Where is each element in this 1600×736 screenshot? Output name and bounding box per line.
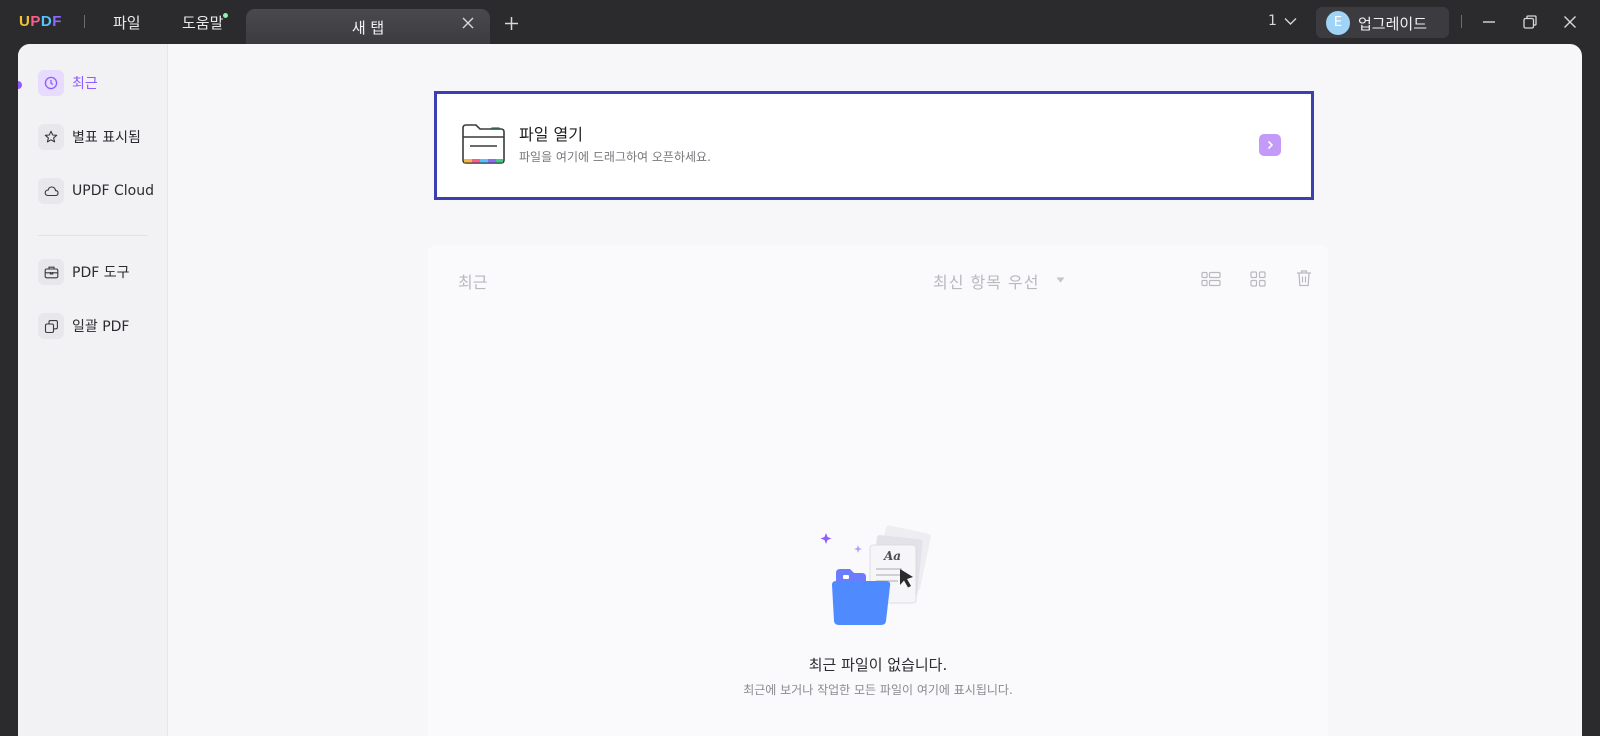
menu-help[interactable]: 도움말 [182,12,223,33]
recent-files-panel: 최근 최신 항목 우선 Aa 최근 파일이 없습니다. 최근에 보거나 작업한 … [428,245,1328,736]
close-window-icon[interactable] [1562,14,1578,30]
restore-icon[interactable] [1522,14,1538,30]
sidebar-item-label: 별표 표시됨 [72,130,141,146]
titlebar-divider [84,15,85,28]
active-indicator [18,81,22,89]
sidebar-item-pdf-tools[interactable]: PDF 도구 [38,259,130,285]
list-view-icon[interactable] [1201,271,1221,287]
help-notification-dot [223,13,228,18]
sort-dropdown[interactable]: 최신 항목 우선 [933,269,1040,293]
open-file-title: 파일 열기 [519,125,583,144]
sidebar-item-label: 최근 [72,76,98,92]
star-icon [38,124,64,150]
titlebar-divider-2 [1461,15,1462,28]
sidebar-item-label: PDF 도구 [72,265,130,281]
batch-icon [38,313,64,339]
updf-logo[interactable]: UPDF [19,13,62,30]
main-window: 최근 별표 표시됨 UPDF Cloud PDF 도구 일괄 PDF 파일 열기… [18,44,1582,736]
toolbox-icon [38,259,64,285]
tab-new[interactable]: 새 탭 [246,9,490,44]
caret-down-icon[interactable] [1056,277,1065,283]
upgrade-button[interactable]: E 업그레이드 [1316,7,1449,38]
folder-icon [462,124,505,164]
avatar: E [1326,11,1350,35]
cloud-icon [38,178,64,204]
sidebar-item-label: UPDF Cloud [72,183,154,199]
minimize-icon[interactable] [1481,14,1497,30]
upgrade-label: 업그레이드 [1358,15,1428,33]
svg-text:Aa: Aa [883,549,901,563]
title-bar: UPDF 파일 도움말 새 탭 1 E 업그레이드 [0,0,1600,44]
sidebar-item-label: 일괄 PDF [72,319,130,335]
chevron-down-icon[interactable] [1284,17,1297,26]
open-file-card[interactable]: 파일 열기 파일을 여기에 드래그하여 오픈하세요. [434,91,1314,200]
grid-view-icon[interactable] [1250,271,1266,287]
sidebar-item-batch[interactable]: 일괄 PDF [38,313,130,339]
chevron-right-icon [1267,140,1274,150]
sidebar-divider [38,235,148,236]
menu-file[interactable]: 파일 [113,12,141,33]
empty-files-illustration-icon: Aa [820,525,931,625]
sidebar-item-starred[interactable]: 별표 표시됨 [38,124,141,150]
new-tab-plus-icon[interactable] [504,16,519,31]
recent-title: 최근 [458,273,488,292]
open-file-arrow-button[interactable] [1259,134,1281,156]
sidebar-item-recent[interactable]: 최근 [38,70,98,96]
empty-state-title: 최근 파일이 없습니다. [808,656,948,674]
clock-icon [38,70,64,96]
trash-icon[interactable] [1296,269,1312,287]
sidebar: 최근 별표 표시됨 UPDF Cloud PDF 도구 일괄 PDF [18,44,168,736]
tab-label: 새 탭 [351,19,385,37]
open-file-subtitle: 파일을 여기에 드래그하여 오픈하세요. [519,150,711,164]
sidebar-item-cloud[interactable]: UPDF Cloud [38,178,154,204]
window-count: 1 [1268,13,1277,29]
empty-state-subtitle: 최근에 보거나 작업한 모든 파일이 여기에 표시됩니다. [743,683,1013,697]
tab-close-icon[interactable] [462,17,474,29]
